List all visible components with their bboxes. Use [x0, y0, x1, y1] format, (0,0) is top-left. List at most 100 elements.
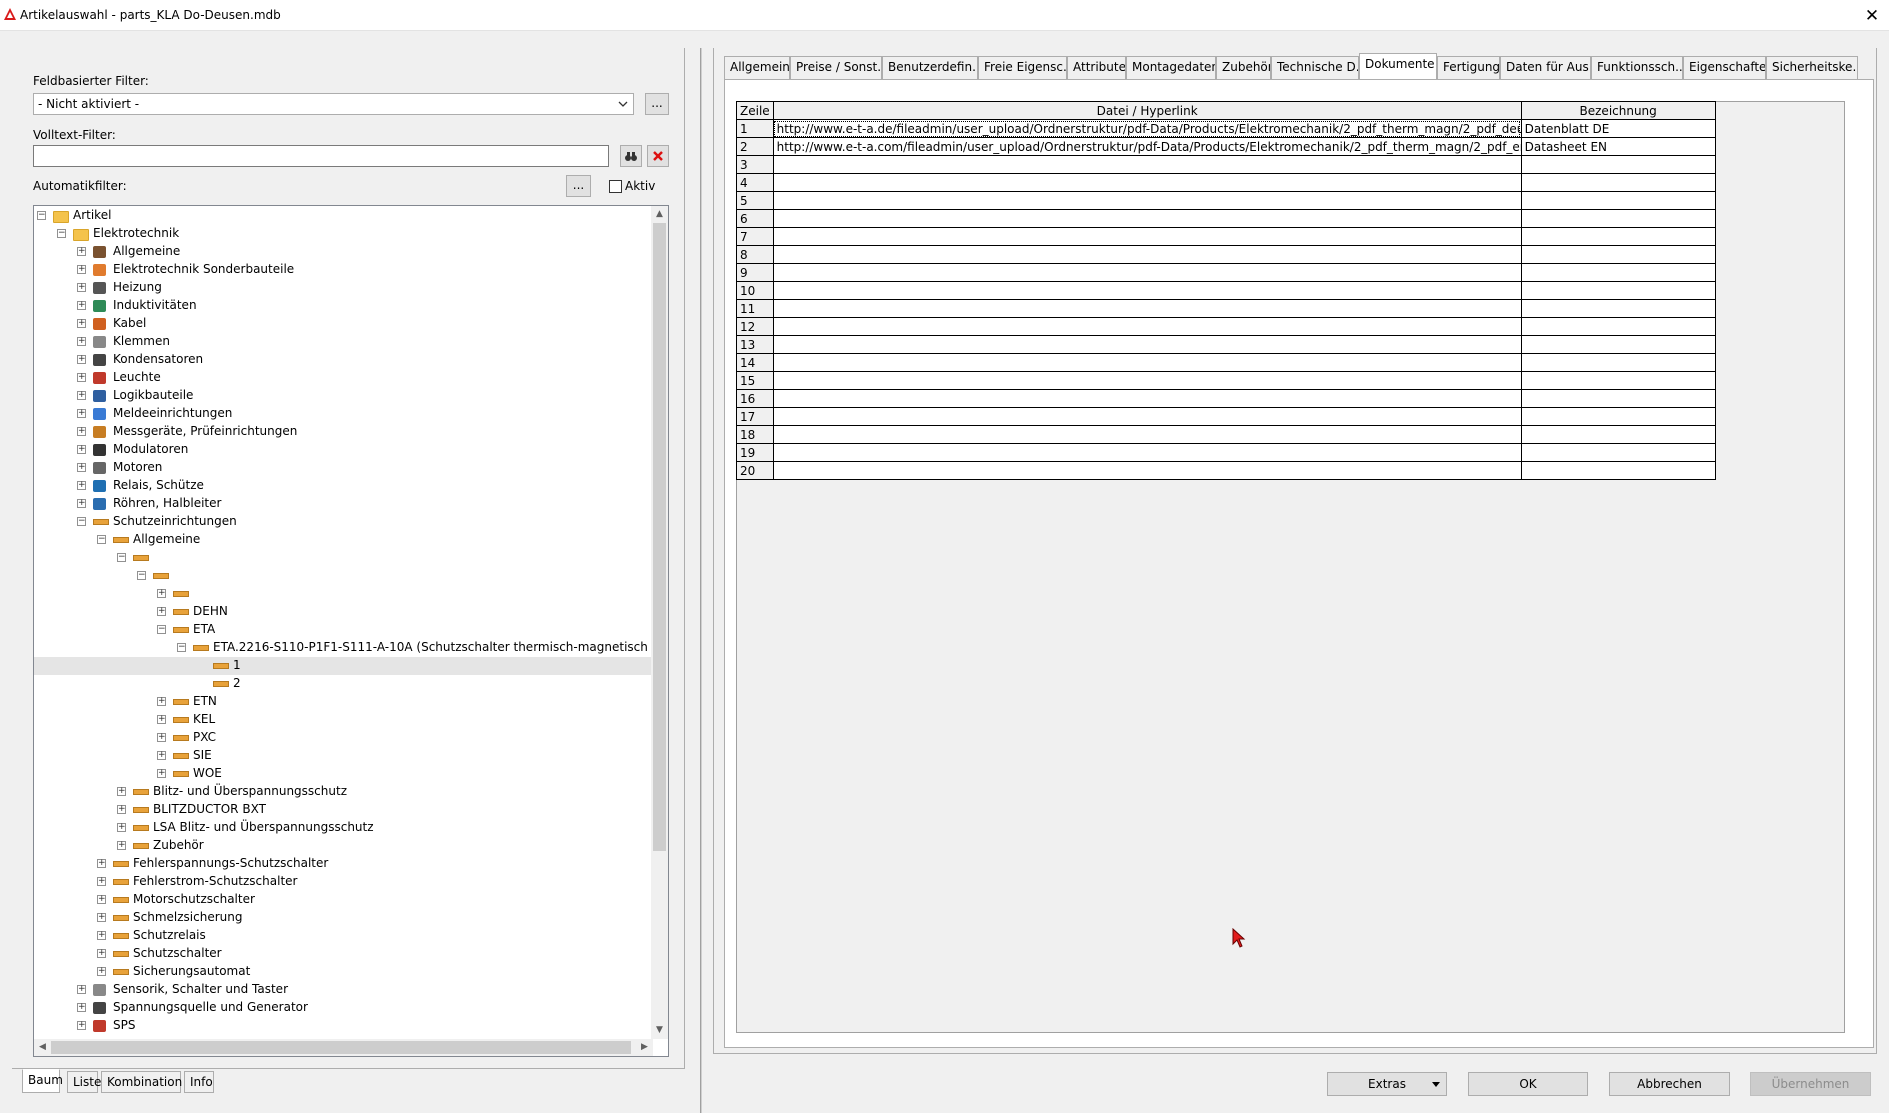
- description-cell[interactable]: [1520, 281, 1716, 300]
- tree-node[interactable]: + DEHN: [34, 603, 653, 621]
- detail-tab[interactable]: Fertigung: [1437, 56, 1500, 79]
- field-filter-select[interactable]: - Nicht aktiviert -: [33, 93, 634, 115]
- expand-icon[interactable]: +: [157, 589, 166, 598]
- tree-node[interactable]: + Schmelzsicherung: [34, 909, 653, 927]
- article-tree[interactable]: + SPS + Spannungsquelle und Generator + Senso…: [33, 205, 669, 1057]
- hyperlink-cell[interactable]: [772, 317, 1522, 336]
- tree-node[interactable]: + Fehlerspannungs-Schutzschalter: [34, 855, 653, 873]
- tree-node[interactable]: − ETA.2216-S110-P1F1-S111-A-10A (Schutzsc…: [34, 639, 668, 657]
- tree-node[interactable]: + Heizung: [34, 279, 653, 297]
- collapse-icon[interactable]: −: [57, 229, 66, 238]
- expand-icon[interactable]: +: [97, 967, 106, 976]
- tree-node[interactable]: + Messgeräte, Prüfeinrichtungen: [34, 423, 653, 441]
- tree-node[interactable]: − Schutzeinrichtungen: [34, 513, 653, 531]
- tree-node[interactable]: + Kondensatoren: [34, 351, 653, 369]
- detail-tab[interactable]: Daten für Aus...: [1500, 56, 1591, 79]
- expand-icon[interactable]: +: [97, 877, 106, 886]
- collapse-icon[interactable]: −: [37, 211, 46, 220]
- tree-node[interactable]: + SIE: [34, 747, 653, 765]
- expand-icon[interactable]: +: [77, 283, 86, 292]
- table-row[interactable]: 9: [736, 263, 1716, 282]
- detail-tab[interactable]: Allgemein: [724, 56, 790, 79]
- detail-tab[interactable]: Sicherheitske...: [1766, 56, 1858, 79]
- expand-icon[interactable]: +: [117, 841, 126, 850]
- detail-tab[interactable]: Funktionssch...: [1591, 56, 1683, 79]
- hyperlink-cell[interactable]: [772, 209, 1522, 228]
- expand-icon[interactable]: +: [157, 733, 166, 742]
- tree-node[interactable]: + KEL: [34, 711, 653, 729]
- hyperlink-cell[interactable]: [772, 245, 1522, 264]
- header-description[interactable]: Bezeichnung: [1520, 101, 1716, 120]
- expand-icon[interactable]: +: [157, 769, 166, 778]
- scroll-down-icon[interactable]: ▼: [651, 1022, 668, 1039]
- expand-icon[interactable]: +: [77, 445, 86, 454]
- hyperlink-cell[interactable]: [772, 461, 1522, 480]
- description-cell[interactable]: [1520, 209, 1716, 228]
- tree-node[interactable]: + Klemmen: [34, 333, 653, 351]
- description-cell[interactable]: [1520, 299, 1716, 318]
- expand-icon[interactable]: +: [77, 985, 86, 994]
- tree-node[interactable]: + Leuchte: [34, 369, 653, 387]
- hyperlink-cell[interactable]: [772, 173, 1522, 192]
- hyperlink-cell[interactable]: [772, 155, 1522, 174]
- detail-tab[interactable]: Benutzerdefin...: [882, 56, 978, 79]
- tree-node[interactable]: + WOE: [34, 765, 653, 783]
- tree-node[interactable]: + Kabel: [34, 315, 653, 333]
- detail-tab[interactable]: Technische D...: [1271, 56, 1359, 79]
- tree-node[interactable]: + Schutzschalter: [34, 945, 653, 963]
- expand-icon[interactable]: +: [157, 697, 166, 706]
- table-row[interactable]: 6: [736, 209, 1716, 228]
- view-tab-info[interactable]: Info: [184, 1071, 214, 1093]
- expand-icon[interactable]: +: [77, 409, 86, 418]
- tree-node[interactable]: + Allgemeine: [34, 243, 653, 261]
- tree-node[interactable]: + Elektrotechnik Sonderbauteile: [34, 261, 653, 279]
- tree-node[interactable]: + ETN: [34, 693, 653, 711]
- pane-splitter[interactable]: [700, 48, 702, 1113]
- tree-node[interactable]: − Artikel: [34, 207, 653, 225]
- hyperlink-cell[interactable]: http://www.e-t-a.com/fileadmin/user_uplo…: [772, 137, 1522, 156]
- table-row[interactable]: 18: [736, 425, 1716, 444]
- description-cell[interactable]: [1520, 263, 1716, 282]
- hyperlink-cell[interactable]: [772, 407, 1522, 426]
- detail-tab[interactable]: Montagedaten: [1126, 56, 1216, 79]
- tree-node[interactable]: + Induktivitäten: [34, 297, 653, 315]
- tree-node[interactable]: + Motorschutzschalter: [34, 891, 653, 909]
- expand-icon[interactable]: +: [97, 895, 106, 904]
- auto-filter-more-button[interactable]: ...: [566, 175, 591, 197]
- tree-node[interactable]: + Logikbauteile: [34, 387, 653, 405]
- collapse-icon[interactable]: −: [77, 517, 86, 526]
- fulltext-filter-input[interactable]: [33, 145, 609, 167]
- expand-icon[interactable]: +: [117, 823, 126, 832]
- tree-node[interactable]: + BLITZDUCTOR BXT: [34, 801, 653, 819]
- view-tab-liste[interactable]: Liste: [67, 1071, 101, 1093]
- tree-node[interactable]: + Spannungsquelle und Generator: [34, 999, 653, 1017]
- description-cell[interactable]: [1520, 425, 1716, 444]
- expand-icon[interactable]: +: [157, 751, 166, 760]
- expand-icon[interactable]: +: [77, 1021, 86, 1030]
- table-row[interactable]: 10: [736, 281, 1716, 300]
- table-row[interactable]: 1 http://www.e-t-a.de/fileadmin/user_uplo…: [736, 119, 1716, 138]
- tree-node[interactable]: + Zubehör: [34, 837, 653, 855]
- tree-node[interactable]: + Sicherungsautomat: [34, 963, 653, 981]
- description-cell[interactable]: [1520, 227, 1716, 246]
- tree-node[interactable]: +: [34, 585, 653, 603]
- tree-node[interactable]: − Elektrotechnik: [34, 225, 653, 243]
- table-row[interactable]: 8: [736, 245, 1716, 264]
- expand-icon[interactable]: +: [97, 913, 106, 922]
- hyperlink-cell[interactable]: http://www.e-t-a.de/fileadmin/user_uploa…: [772, 119, 1522, 138]
- collapse-icon[interactable]: −: [97, 535, 106, 544]
- tree-node[interactable]: + SPS: [34, 1017, 653, 1035]
- hyperlink-cell[interactable]: [772, 371, 1522, 390]
- hyperlink-cell[interactable]: [772, 227, 1522, 246]
- expand-icon[interactable]: +: [77, 319, 86, 328]
- hyperlink-cell[interactable]: [772, 281, 1522, 300]
- description-cell[interactable]: [1520, 173, 1716, 192]
- description-cell[interactable]: [1520, 407, 1716, 426]
- hyperlink-cell[interactable]: [772, 353, 1522, 372]
- expand-icon[interactable]: +: [77, 373, 86, 382]
- detail-tab[interactable]: Zubehör: [1216, 56, 1271, 79]
- tree-node[interactable]: −: [34, 567, 653, 585]
- expand-icon[interactable]: +: [117, 787, 126, 796]
- tree-node[interactable]: + Röhren, Halbleiter: [34, 495, 653, 513]
- table-row[interactable]: 11: [736, 299, 1716, 318]
